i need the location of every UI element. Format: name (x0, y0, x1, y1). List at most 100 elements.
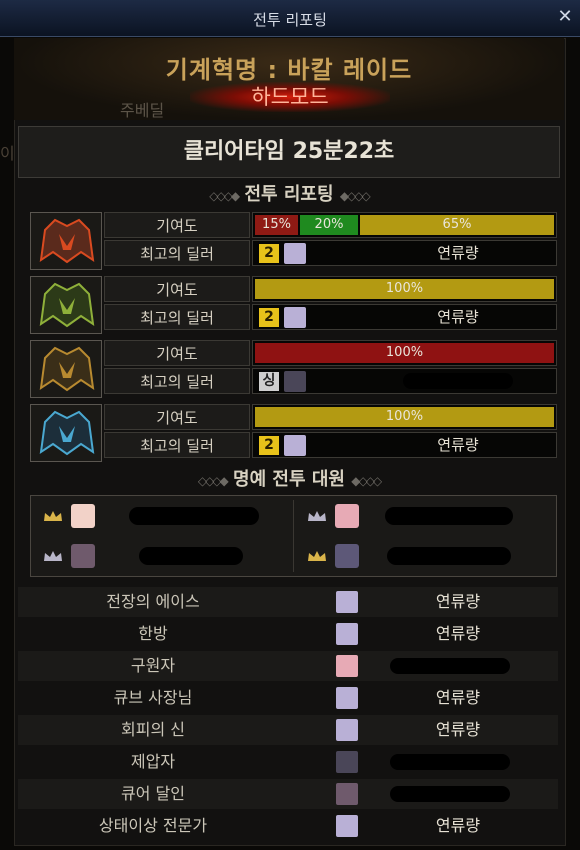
best-dealer-cell: 2 연류량 (252, 240, 557, 266)
contribution-segment: 15% (255, 215, 298, 235)
contribution-label: 기여도 (104, 340, 250, 366)
crown-icon (44, 511, 62, 521)
faded-background-text-2: 이 (0, 144, 15, 163)
boss-portrait[interactable] (30, 212, 102, 270)
award-player-name: 연류량 (435, 688, 481, 707)
redacted-name (390, 786, 510, 802)
boss-portrait[interactable] (30, 340, 102, 398)
redacted-name (390, 658, 510, 674)
dealer-avatar (284, 307, 306, 328)
award-player-name: 연류량 (435, 720, 481, 739)
award-title: 한방 (138, 624, 168, 643)
clear-time: 클리어타임 25분22초 (18, 126, 560, 178)
redacted-name (139, 547, 243, 565)
contribution-label: 기여도 (104, 276, 250, 302)
avatar (71, 544, 95, 568)
best-dealer-label: 최고의 딜러 (104, 432, 250, 458)
award-row[interactable]: 큐브 사장님 연류량 (18, 683, 558, 713)
rank-badge-icon: 2 (259, 436, 279, 455)
honor-member[interactable] (31, 498, 293, 536)
honor-members-panel (30, 495, 557, 577)
contribution-bar: 15% 20% 65% (252, 212, 557, 238)
divider (293, 500, 294, 572)
award-row[interactable]: 큐어 달인 (18, 779, 558, 809)
rank-badge-icon: 싱 (259, 372, 279, 391)
contribution-segment: 100% (255, 279, 554, 299)
award-player-name: 연류량 (435, 816, 481, 835)
award-title: 큐브 사장님 (113, 688, 193, 707)
best-dealer-label: 최고의 딜러 (104, 240, 250, 266)
dealer-name: 연류량 (437, 436, 479, 454)
award-row[interactable]: 상태이상 전문가 연류량 (18, 811, 558, 841)
contribution-segment: 100% (255, 343, 554, 363)
avatar (71, 504, 95, 528)
contribution-bar: 100% (252, 404, 557, 430)
ornament-left-icon: ◇◇◇◆ (197, 474, 229, 488)
avatar (335, 544, 359, 568)
best-dealer-label: 최고의 딜러 (104, 368, 250, 394)
difficulty-badge: 하드모드 (190, 82, 390, 112)
boss-report-4: 기여도 100% 최고의 딜러 2 연류량 (30, 404, 557, 462)
ornament-left-icon: ◇◇◇◆ (209, 189, 240, 203)
close-icon[interactable]: ✕ (556, 8, 574, 26)
award-avatar (336, 591, 358, 613)
contribution-bar: 100% (252, 340, 557, 366)
award-avatar (336, 783, 358, 805)
dealer-name: 연류량 (437, 244, 479, 262)
contribution-label: 기여도 (104, 212, 250, 238)
award-title: 큐어 달인 (121, 784, 185, 803)
boss-report-3: 기여도 100% 최고의 딜러 싱 (30, 340, 557, 398)
boss-portrait[interactable] (30, 404, 102, 462)
contribution-segment: 100% (255, 407, 554, 427)
award-avatar (336, 751, 358, 773)
ornament-right-icon: ◆◇◇◇ (351, 474, 382, 488)
award-row[interactable]: 한방 연류량 (18, 619, 558, 649)
award-row[interactable]: 회피의 신 연류량 (18, 715, 558, 745)
fire-dragon-head-icon (39, 218, 95, 264)
dealer-avatar (284, 435, 306, 456)
award-avatar (336, 687, 358, 709)
award-title: 전장의 에이스 (106, 592, 200, 611)
honor-member[interactable] (31, 538, 293, 576)
ornament-right-icon: ◆◇◇◇ (339, 189, 371, 203)
honor-member[interactable] (295, 498, 557, 536)
boss-portrait[interactable] (30, 276, 102, 334)
award-avatar (336, 815, 358, 837)
award-player-name: 연류량 (435, 624, 481, 643)
award-row[interactable]: 전장의 에이스 연류량 (18, 587, 558, 617)
window-title: 전투 리포팅 (253, 11, 327, 29)
award-title: 회피의 신 (121, 720, 185, 739)
green-dragon-head-icon (39, 282, 95, 328)
award-row[interactable]: 제압자 (18, 747, 558, 777)
dealer-avatar (284, 371, 306, 392)
title-bar: 전투 리포팅 ✕ (0, 0, 580, 37)
redacted-name (385, 507, 513, 525)
honor-member[interactable] (295, 538, 557, 576)
avatar (335, 504, 359, 528)
redacted-name (390, 754, 510, 770)
dealer-avatar (284, 243, 306, 264)
best-dealer-label: 최고의 딜러 (104, 304, 250, 330)
award-title: 제압자 (130, 752, 176, 771)
award-avatar (336, 719, 358, 741)
award-avatar (336, 623, 358, 645)
contribution-label: 기여도 (104, 404, 250, 430)
best-dealer-cell: 싱 (252, 368, 557, 394)
award-avatar (336, 655, 358, 677)
boss-report-1: 기여도 15% 20% 65% 최고의 딜러 2 연류량 (30, 212, 557, 270)
raid-title: 기계혁명 : 바칼 레이드 (165, 56, 413, 84)
faded-background-text: 주베딜 (120, 101, 165, 120)
award-row[interactable]: 구원자 (18, 651, 558, 681)
gold-dragon-head-icon (39, 346, 95, 392)
contribution-segment: 65% (360, 215, 554, 235)
rank-badge-icon: 2 (259, 308, 279, 327)
crown-icon (44, 551, 62, 561)
redacted-name (403, 373, 513, 389)
dealer-name: 연류량 (437, 308, 479, 326)
best-dealer-cell: 2 연류량 (252, 304, 557, 330)
award-player-name: 연류량 (435, 592, 481, 611)
award-title: 상태이상 전문가 (98, 816, 208, 835)
redacted-name (387, 547, 511, 565)
redacted-name (129, 507, 259, 525)
section-battle-report: ◇◇◇◆ 전투 리포팅 ◆◇◇◇ (14, 180, 564, 206)
